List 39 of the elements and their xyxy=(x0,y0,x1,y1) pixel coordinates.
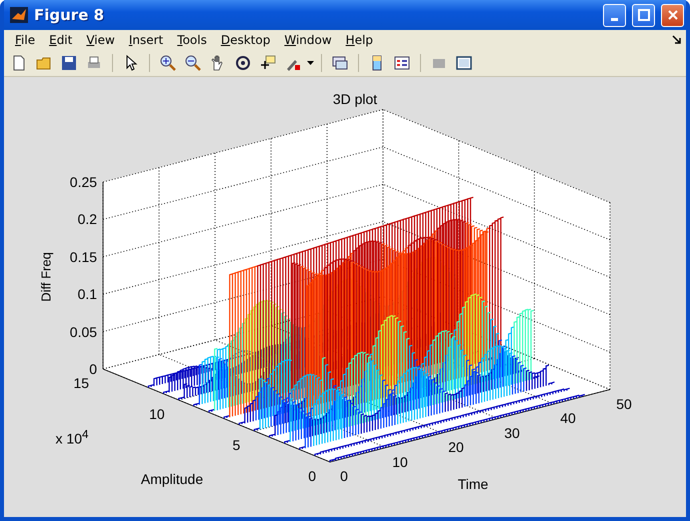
tick-label: 30 xyxy=(504,426,520,440)
axis-label: Diff Freq xyxy=(38,252,54,302)
tick-label: 0 xyxy=(308,469,316,483)
axis-exponent: x 10$^{4}$ xyxy=(56,428,88,446)
tick-label: 5 xyxy=(232,438,240,452)
menu-item[interactable]: View xyxy=(79,33,122,47)
dock-arrow-icon[interactable] xyxy=(672,35,682,45)
close-icon xyxy=(666,9,678,21)
minimize-button[interactable] xyxy=(603,4,626,26)
tick-label: 10 xyxy=(149,407,165,421)
menu-item[interactable]: Help xyxy=(338,33,380,47)
window-title: Figure 8 xyxy=(34,6,106,24)
menu-item[interactable]: Tools xyxy=(170,33,214,47)
menu-item[interactable]: Desktop xyxy=(214,33,278,47)
axis-label: Time xyxy=(458,477,488,491)
plot-title: 3D plot xyxy=(332,92,378,106)
tick-label: 0 xyxy=(340,469,348,483)
tick-label: 0.25 xyxy=(70,175,98,189)
tick-label: 10 xyxy=(392,454,408,468)
close-button[interactable] xyxy=(661,4,684,26)
menu-item[interactable]: Insert xyxy=(122,33,170,47)
tick-label: 0.2 xyxy=(78,212,98,226)
caret-icon[interactable] xyxy=(307,60,314,66)
maximize-button[interactable] xyxy=(632,4,655,26)
tick-label: 40 xyxy=(560,411,576,425)
tick-label: 0.1 xyxy=(78,287,98,302)
menu-item[interactable]: Edit xyxy=(42,33,80,47)
app-logo-icon xyxy=(10,7,28,23)
tick-label: 15 xyxy=(73,376,90,390)
maximize-icon xyxy=(638,9,650,21)
tick-label: 0.15 xyxy=(70,250,98,264)
menu-item[interactable]: File xyxy=(8,33,42,47)
menu-item[interactable]: Window xyxy=(277,33,339,47)
axis-label: Amplitude xyxy=(140,472,204,486)
minimize-icon xyxy=(611,18,618,20)
tick-label: 0 xyxy=(89,362,98,376)
tick-label: 20 xyxy=(448,440,464,454)
tick-label: 50 xyxy=(616,396,632,410)
tick-label: 0.05 xyxy=(70,324,98,339)
